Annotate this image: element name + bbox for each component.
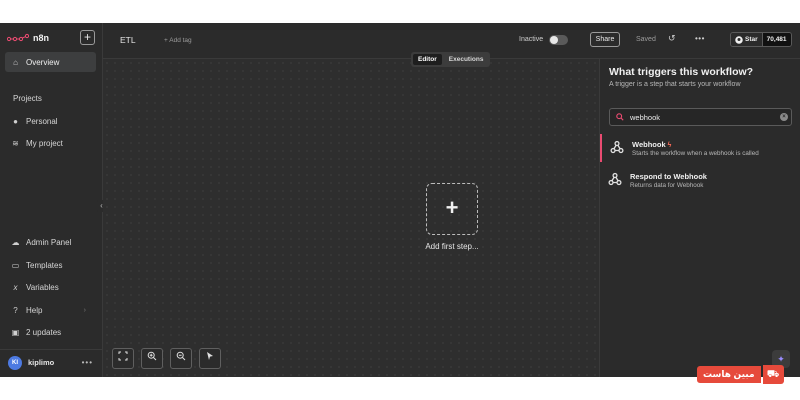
watermark-logo-icon: ⛟	[762, 365, 784, 384]
watermark: مبین هاست ⛟	[697, 365, 784, 384]
node-result-description: Returns data for Webhook	[630, 182, 704, 189]
sidebar-item-my-project[interactable]: ≋ My project	[5, 133, 96, 153]
sidebar-item-variables[interactable]: x Variables	[5, 277, 96, 297]
gift-icon: ▣	[11, 327, 20, 337]
more-icon[interactable]: •••	[695, 34, 705, 43]
share-button[interactable]: Share	[590, 32, 620, 47]
zoom-in-button[interactable]	[141, 348, 163, 369]
sidebar-item-label: Personal	[26, 116, 58, 126]
sidebar-item-overview[interactable]: ⌂ Overview	[5, 52, 96, 72]
panel-title: What triggers this workflow?	[609, 66, 754, 78]
fit-view-icon	[118, 351, 128, 361]
zoom-out-icon	[176, 351, 186, 361]
github-star-count: 70,481	[761, 33, 791, 46]
node-result-webhook[interactable]: Webhook ϟ Starts the workflow when a webh…	[600, 134, 800, 162]
layers-icon: ≋	[12, 138, 19, 148]
zoom-out-button[interactable]	[170, 348, 192, 369]
trigger-panel: What triggers this workflow? A trigger i…	[599, 59, 800, 377]
fit-view-button[interactable]	[112, 348, 134, 369]
toggle-knob	[550, 36, 558, 44]
add-first-step-button[interactable]: +	[426, 183, 478, 235]
sidebar-item-label: My project	[26, 138, 63, 148]
brand[interactable]: n8n	[7, 31, 49, 45]
sidebar-item-label: Help	[26, 305, 43, 315]
node-result-respond-to-webhook[interactable]: Respond to Webhook Returns data for Webh…	[600, 166, 800, 194]
projects-heading: Projects	[13, 94, 42, 103]
sidebar-item-personal[interactable]: ● Personal	[5, 111, 96, 131]
cursor-icon	[207, 352, 213, 360]
sidebar-item-label: Overview	[26, 57, 60, 67]
trigger-bolt-icon: ϟ	[667, 142, 672, 149]
tidy-up-button[interactable]	[199, 348, 221, 369]
search-input[interactable]	[630, 113, 770, 122]
history-icon[interactable]: ↺	[668, 33, 676, 44]
sidebar-item-updates[interactable]: ▣ 2 updates	[5, 322, 96, 342]
activation-toggle[interactable]	[549, 35, 568, 45]
webhook-icon	[608, 172, 622, 186]
node-result-description: Starts the workflow when a webhook is ca…	[632, 150, 759, 157]
node-result-title: Respond to Webhook	[630, 172, 707, 181]
avatar: KI	[8, 355, 22, 370]
tab-executions[interactable]: Executions	[444, 54, 489, 65]
webhook-icon	[610, 140, 624, 154]
sidebar: n8n + ⌂ Overview Projects ● Personal ≋ M…	[0, 23, 103, 377]
clear-search-icon[interactable]: ×	[780, 113, 788, 121]
variable-icon: x	[13, 282, 18, 292]
sidebar-item-label: 2 updates	[26, 327, 62, 337]
box-icon: ▭	[11, 260, 20, 270]
github-star: Star	[731, 33, 762, 46]
activation-status: Inactive	[519, 36, 544, 43]
node-result-title: Webhook ϟ	[632, 140, 671, 149]
workflow-canvas[interactable]: Editor Executions + Add first step...	[103, 52, 599, 377]
mode-tabs: Editor Executions	[411, 52, 491, 67]
home-icon: ⌂	[13, 57, 18, 67]
tab-editor[interactable]: Editor	[413, 54, 442, 65]
zoom-in-icon	[147, 351, 157, 361]
watermark-text: مبین هاست	[697, 366, 761, 383]
cloud-icon: ☁	[11, 237, 20, 247]
n8n-logo-icon	[7, 33, 29, 42]
n8n-app: n8n + ⌂ Overview Projects ● Personal ≋ M…	[0, 23, 800, 377]
github-star-button[interactable]: Star 70,481	[730, 32, 792, 47]
canvas-controls	[112, 348, 221, 369]
user-menu[interactable]: KI kiplimo •••	[0, 349, 103, 375]
saved-status: Saved	[636, 36, 656, 43]
sidebar-item-label: Templates	[26, 260, 63, 270]
brand-name: n8n	[33, 33, 50, 43]
sidebar-item-label: Variables	[26, 282, 59, 292]
add-first-step-label: Add first step...	[425, 242, 479, 251]
sidebar-item-label: Admin Panel	[26, 237, 72, 247]
user-name: kiplimo	[28, 358, 55, 367]
chevron-right-icon: ›	[83, 306, 86, 314]
search-icon	[616, 113, 624, 121]
node-search[interactable]: ×	[609, 108, 792, 126]
node-result-title-text: Webhook	[632, 140, 666, 149]
create-button[interactable]: +	[80, 30, 95, 45]
sidebar-item-help[interactable]: ? Help ›	[5, 300, 96, 320]
github-star-label: Star	[745, 36, 758, 43]
sidebar-item-admin-panel[interactable]: ☁ Admin Panel	[5, 232, 96, 252]
add-tag-link[interactable]: + Add tag	[164, 37, 192, 44]
sidebar-item-templates[interactable]: ▭ Templates	[5, 255, 96, 275]
question-icon: ?	[13, 305, 18, 315]
workflow-name[interactable]: ETL	[120, 35, 136, 45]
github-icon	[735, 35, 743, 44]
more-icon[interactable]: •••	[82, 358, 93, 367]
panel-subtitle: A trigger is a step that starts your wor…	[609, 81, 741, 88]
user-icon: ●	[13, 116, 18, 126]
